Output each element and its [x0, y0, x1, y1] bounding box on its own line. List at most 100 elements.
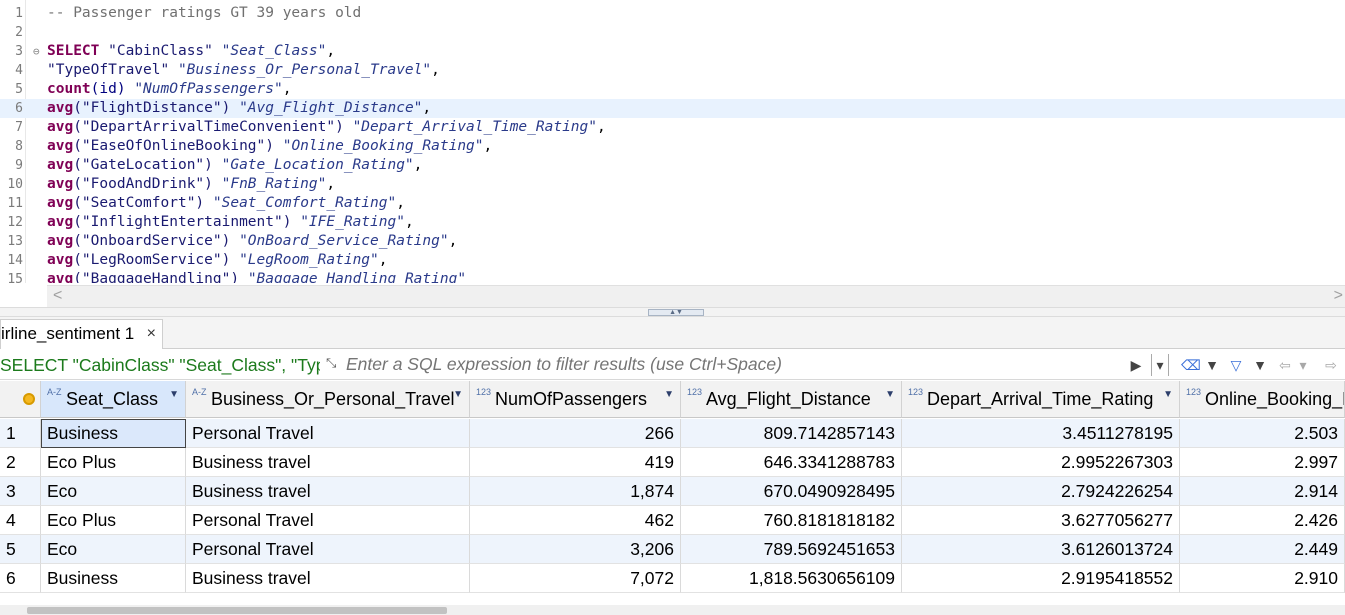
code-line[interactable]: 12 avg("InflightEntertainment") "IFE_Rati… — [0, 213, 1345, 232]
table-cell[interactable]: 7,072 — [470, 564, 681, 593]
column-header[interactable]: A-Z Business_Or_Personal_Travel ▼ — [186, 381, 470, 418]
code-line[interactable]: 8 avg("EaseOfOnlineBooking") "Online_Book… — [0, 137, 1345, 156]
table-cell[interactable]: Eco Plus — [41, 506, 186, 535]
table-cell[interactable]: 3.4511278195 — [902, 419, 1180, 448]
filter-icon[interactable]: ▽ — [1228, 354, 1244, 376]
code-line[interactable]: 15 avg("BaggageHandling") "Baggage_Handli… — [0, 270, 1345, 283]
table-cell[interactable]: Business — [41, 564, 186, 593]
row-number[interactable]: 2 — [0, 448, 41, 477]
table-cell[interactable]: 3.6277056277 — [902, 506, 1180, 535]
expand-filter-icon[interactable]: ⤡ — [326, 354, 344, 372]
table-cell[interactable]: Business travel — [186, 448, 470, 477]
code-line[interactable]: 1 -- Passenger ratings GT 39 years old — [0, 4, 1345, 23]
table-cell[interactable]: 670.0490928495 — [681, 477, 902, 506]
table-row[interactable]: 1 Business Personal Travel 266 809.714285714… — [0, 419, 1345, 448]
code-line[interactable]: 5 count(id) "NumOfPassengers", — [0, 80, 1345, 99]
table-row[interactable]: 3 Eco Business travel 1,874 670.0490928495 2.… — [0, 477, 1345, 506]
code-line[interactable]: 3 ⊖ SELECT "CabinClass" "Seat_Class", — [0, 42, 1345, 61]
table-cell[interactable]: 809.7142857143 — [681, 419, 902, 448]
table-cell[interactable]: 2.9195418552 — [902, 564, 1180, 593]
table-cell[interactable]: 1,818.5630656109 — [681, 564, 902, 593]
table-cell[interactable]: Business travel — [186, 477, 470, 506]
column-header[interactable]: 123 NumOfPassengers ▼ — [470, 381, 681, 418]
table-cell[interactable]: 1,874 — [470, 477, 681, 506]
filter-input[interactable] — [346, 350, 1122, 379]
table-cell[interactable]: Business — [41, 419, 186, 448]
table-cell[interactable]: Eco — [41, 535, 186, 564]
column-header[interactable]: 123 Online_Booking_R — [1180, 381, 1345, 418]
back-icon[interactable]: ⇦ — [1276, 354, 1294, 376]
sql-editor[interactable]: 1 -- Passenger ratings GT 39 years old 2 3 ⊖… — [0, 0, 1345, 283]
editor-horizontal-scrollbar[interactable]: < > — [47, 285, 1345, 307]
scroll-right-icon[interactable]: > — [1334, 286, 1343, 306]
column-header[interactable]: A-Z Seat_Class ▼ — [41, 381, 186, 418]
table-cell[interactable]: 2.997 — [1180, 448, 1345, 477]
clear-filter-icon[interactable]: ⌫ — [1181, 354, 1201, 376]
row-number[interactable]: 1 — [0, 419, 41, 448]
table-cell[interactable]: 3.6126013724 — [902, 535, 1180, 564]
close-icon[interactable]: × — [147, 320, 156, 348]
table-cell[interactable]: 2.9952267303 — [902, 448, 1180, 477]
select-all-icon[interactable] — [23, 393, 35, 405]
column-header[interactable]: 123 Depart_Arrival_Time_Rating ▼ — [902, 381, 1180, 418]
row-number[interactable]: 5 — [0, 535, 41, 564]
code-line[interactable]: 13 avg("OnboardService") "OnBoard_Service… — [0, 232, 1345, 251]
table-cell[interactable]: Personal Travel — [186, 506, 470, 535]
back-dropdown-icon[interactable]: ▾ — [1296, 354, 1310, 376]
table-row[interactable]: 2 Eco Plus Business travel 419 646.334128878… — [0, 448, 1345, 477]
table-row[interactable]: 5 Eco Personal Travel 3,206 789.5692451653 3.… — [0, 535, 1345, 564]
code-line[interactable]: 2 — [0, 23, 1345, 42]
sort-arrow-icon[interactable]: ▼ — [453, 389, 463, 400]
table-cell[interactable]: Personal Travel — [186, 419, 470, 448]
table-cell[interactable]: 789.5692451653 — [681, 535, 902, 564]
filter-dropdown-icon[interactable]: ▼ — [1253, 354, 1267, 376]
panel-splitter[interactable]: ▲▼ — [0, 307, 1345, 317]
code-line[interactable]: 4 "TypeOfTravel" "Business_Or_Personal_Tr… — [0, 61, 1345, 80]
table-cell[interactable]: 3,206 — [470, 535, 681, 564]
table-cell[interactable]: 760.8181818182 — [681, 506, 902, 535]
table-cell[interactable]: 419 — [470, 448, 681, 477]
table-cell[interactable]: 2.426 — [1180, 506, 1345, 535]
table-cell[interactable]: Personal Travel — [186, 535, 470, 564]
row-number[interactable]: 6 — [0, 564, 41, 593]
row-number[interactable]: 4 — [0, 506, 41, 535]
table-cell[interactable]: 2.503 — [1180, 419, 1345, 448]
code-line[interactable]: 10 avg("FoodAndDrink") "FnB_Rating", — [0, 175, 1345, 194]
scroll-left-icon[interactable]: < — [53, 286, 62, 306]
table-cell[interactable]: Business travel — [186, 564, 470, 593]
sort-arrow-icon[interactable]: ▼ — [664, 389, 674, 400]
code-line[interactable]: 9 avg("GateLocation") "Gate_Location_Rati… — [0, 156, 1345, 175]
fold-icon[interactable]: ⊖ — [33, 42, 40, 61]
tab-results[interactable]: irline_sentiment 1 × — [0, 319, 163, 349]
table-row[interactable]: 6 Business Business travel 7,072 1,818.56306… — [0, 564, 1345, 593]
table-row[interactable]: 4 Eco Plus Personal Travel 462 760.818181818… — [0, 506, 1345, 535]
results-grid[interactable]: A-Z Seat_Class ▼ A-Z Business_Or_Personal_Tr… — [0, 381, 1345, 615]
table-cell[interactable]: 2.910 — [1180, 564, 1345, 593]
query-preview: SELECT "CabinClass" "Seat_Class", "TypeO… — [0, 355, 320, 375]
code-line[interactable]: 6 avg("FlightDistance") "Avg_Flight_Dista… — [0, 99, 1345, 118]
table-cell[interactable]: Eco Plus — [41, 448, 186, 477]
table-cell[interactable]: 2.7924226254 — [902, 477, 1180, 506]
table-cell[interactable]: 2.449 — [1180, 535, 1345, 564]
column-header[interactable]: 123 Avg_Flight_Distance ▼ — [681, 381, 902, 418]
code-line[interactable]: 11 avg("SeatComfort") "Seat_Comfort_Ratin… — [0, 194, 1345, 213]
row-number-header[interactable] — [0, 381, 41, 418]
scrollbar-thumb[interactable] — [27, 607, 447, 614]
table-cell[interactable]: 266 — [470, 419, 681, 448]
apply-filter-icon[interactable]: ▶ — [1130, 354, 1142, 376]
splitter-handle-icon[interactable]: ▲▼ — [648, 309, 704, 316]
forward-icon[interactable]: ⇨ — [1322, 354, 1340, 376]
row-number[interactable]: 3 — [0, 477, 41, 506]
table-cell[interactable]: Eco — [41, 477, 186, 506]
sort-arrow-icon[interactable]: ▼ — [885, 389, 895, 400]
code-line[interactable]: 14 avg("LegRoomService") "LegRoom_Rating"… — [0, 251, 1345, 270]
table-cell[interactable]: 646.3341288783 — [681, 448, 902, 477]
filter-history-icon[interactable]: ▾ — [1151, 354, 1169, 376]
table-cell[interactable]: 2.914 — [1180, 477, 1345, 506]
sort-arrow-icon[interactable]: ▼ — [1163, 389, 1173, 400]
table-cell[interactable]: 462 — [470, 506, 681, 535]
clear-dropdown-icon[interactable]: ▼ — [1205, 354, 1219, 376]
grid-horizontal-scrollbar[interactable] — [0, 605, 1345, 615]
code-line[interactable]: 7 avg("DepartArrivalTimeConvenient") "Dep… — [0, 118, 1345, 137]
sort-arrow-icon[interactable]: ▼ — [169, 389, 179, 400]
